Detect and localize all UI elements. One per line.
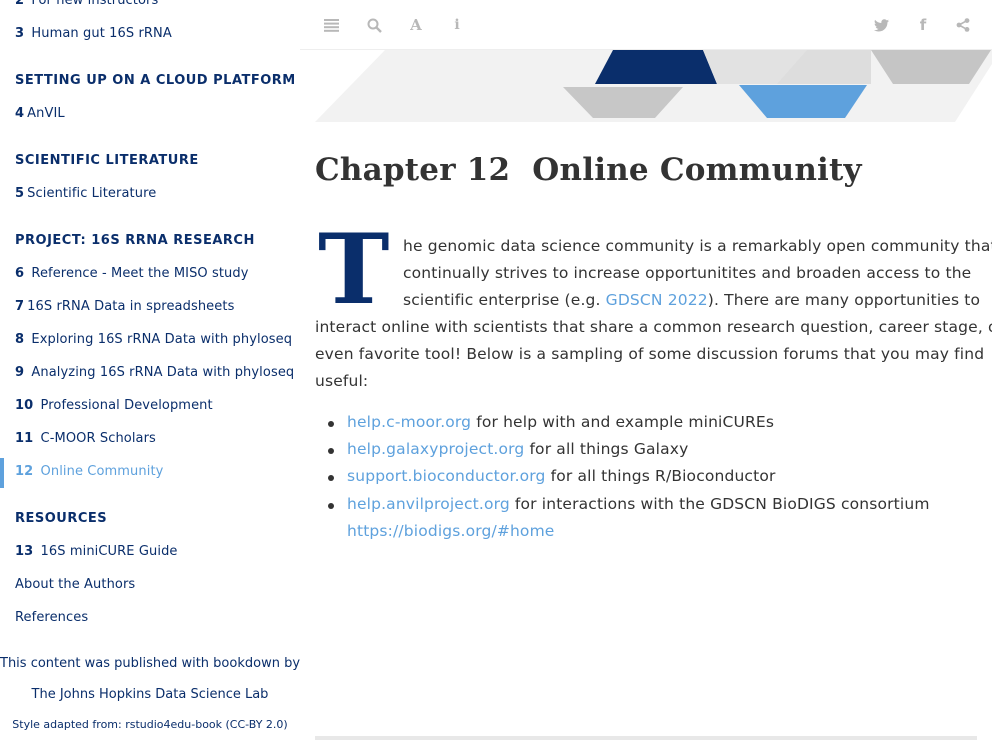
jhu-dsl-link[interactable]: The Johns Hopkins Data Science Lab [0, 687, 300, 702]
sidebar-item-about-authors[interactable]: About the Authors [15, 577, 135, 592]
active-indicator [0, 458, 4, 488]
intro-line-4: interact online with scientists that sha… [315, 318, 992, 336]
dropcap-letter: T [318, 213, 390, 326]
chapter-number: Chapter 12 [315, 152, 511, 188]
sidebar-section-cloud: SETTING UP ON A CLOUD PLATFORM [15, 73, 296, 88]
chapter-name: Online Community [532, 152, 862, 188]
bullet-icon [328, 421, 334, 427]
sidebar-item-cmoor-scholars[interactable]: 11 C-MOOR Scholars [15, 431, 156, 446]
sidebar-item-professional-development[interactable]: 10 Professional Development [15, 398, 213, 413]
style-credit-link[interactable]: Style adapted from: rstudio4edu-book (CC… [0, 718, 300, 731]
sidebar-section-project: PROJECT: 16S RRNA RESEARCH [15, 233, 255, 248]
list-item: support.bioconductor.org for all things … [347, 467, 776, 485]
biodigs-link[interactable]: https://biodigs.org/#home [347, 522, 555, 540]
sidebar-item-spreadsheets[interactable]: 7 16S rRNA Data in spreadsheets [15, 299, 234, 314]
info-icon[interactable]: i [448, 15, 466, 35]
sidebar-item-new-instructors[interactable]: 2 For new instructors [15, 0, 158, 8]
font-icon[interactable]: A [407, 15, 425, 35]
sidebar-item-miso[interactable]: 6 Reference - Meet the MISO study [15, 266, 249, 281]
share-icon[interactable] [954, 15, 972, 35]
page-navigation-bar [315, 736, 977, 740]
menu-icon[interactable] [322, 15, 340, 35]
gdscn-citation-link[interactable]: GDSCN 2022 [606, 291, 708, 309]
sidebar-item-exploring-phyloseq[interactable]: 8 Exploring 16S rRNA Data with phyloseq [15, 332, 292, 347]
list-item: help.anvilproject.org for interactions w… [347, 495, 930, 513]
list-item-continuation: https://biodigs.org/#home [347, 522, 555, 540]
sidebar-item-human-gut[interactable]: 3 Human gut 16S rRNA [15, 26, 172, 41]
sidebar-section-resources: RESOURCES [15, 511, 108, 526]
sidebar-item-scientific-literature[interactable]: 5 Scientific Literature [15, 186, 156, 201]
list-item: help.c-moor.org for help with and exampl… [347, 413, 775, 431]
help-galaxy-link[interactable]: help.galaxyproject.org [347, 440, 524, 458]
published-by-text: This content was published with bookdown… [0, 656, 300, 671]
bullet-icon [328, 475, 334, 481]
help-cmoor-link[interactable]: help.c-moor.org [347, 413, 471, 431]
sidebar-section-literature: SCIENTIFIC LITERATURE [15, 153, 199, 168]
support-bioconductor-link[interactable]: support.bioconductor.org [347, 467, 546, 485]
intro-line-6: useful: [315, 372, 369, 390]
list-item: help.galaxyproject.org for all things Ga… [347, 440, 689, 458]
intro-line-5: even favorite tool! Below is a sampling … [315, 345, 985, 363]
sidebar-item-analyzing-phyloseq[interactable]: 9 Analyzing 16S rRNA Data with phyloseq [15, 365, 294, 380]
intro-line-1: he genomic data science community is a r… [403, 237, 992, 255]
sidebar-item-references[interactable]: References [15, 610, 88, 625]
bullet-icon [328, 503, 334, 509]
help-anvil-link[interactable]: help.anvilproject.org [347, 495, 510, 513]
intro-line-2: continually strives to increase opportun… [403, 264, 972, 282]
twitter-icon[interactable] [872, 15, 890, 35]
book-toolbar: A i f [300, 0, 992, 50]
intro-line-3: scientific enterprise (e.g. GDSCN 2022).… [403, 291, 981, 309]
sidebar-item-anvil[interactable]: 4 AnVIL [15, 106, 65, 121]
search-icon[interactable] [365, 15, 383, 35]
sidebar-item-minicure-guide[interactable]: 13 16S miniCURE Guide [15, 544, 178, 559]
sidebar-item-online-community[interactable]: 12 Online Community [15, 464, 163, 479]
bullet-icon [328, 448, 334, 454]
sidebar: 2 For new instructors 3 Human gut 16S rR… [0, 0, 300, 744]
chapter-banner-graphic [315, 50, 992, 122]
facebook-icon[interactable]: f [914, 15, 932, 35]
page-title: Chapter 12 Online Community [315, 152, 862, 188]
